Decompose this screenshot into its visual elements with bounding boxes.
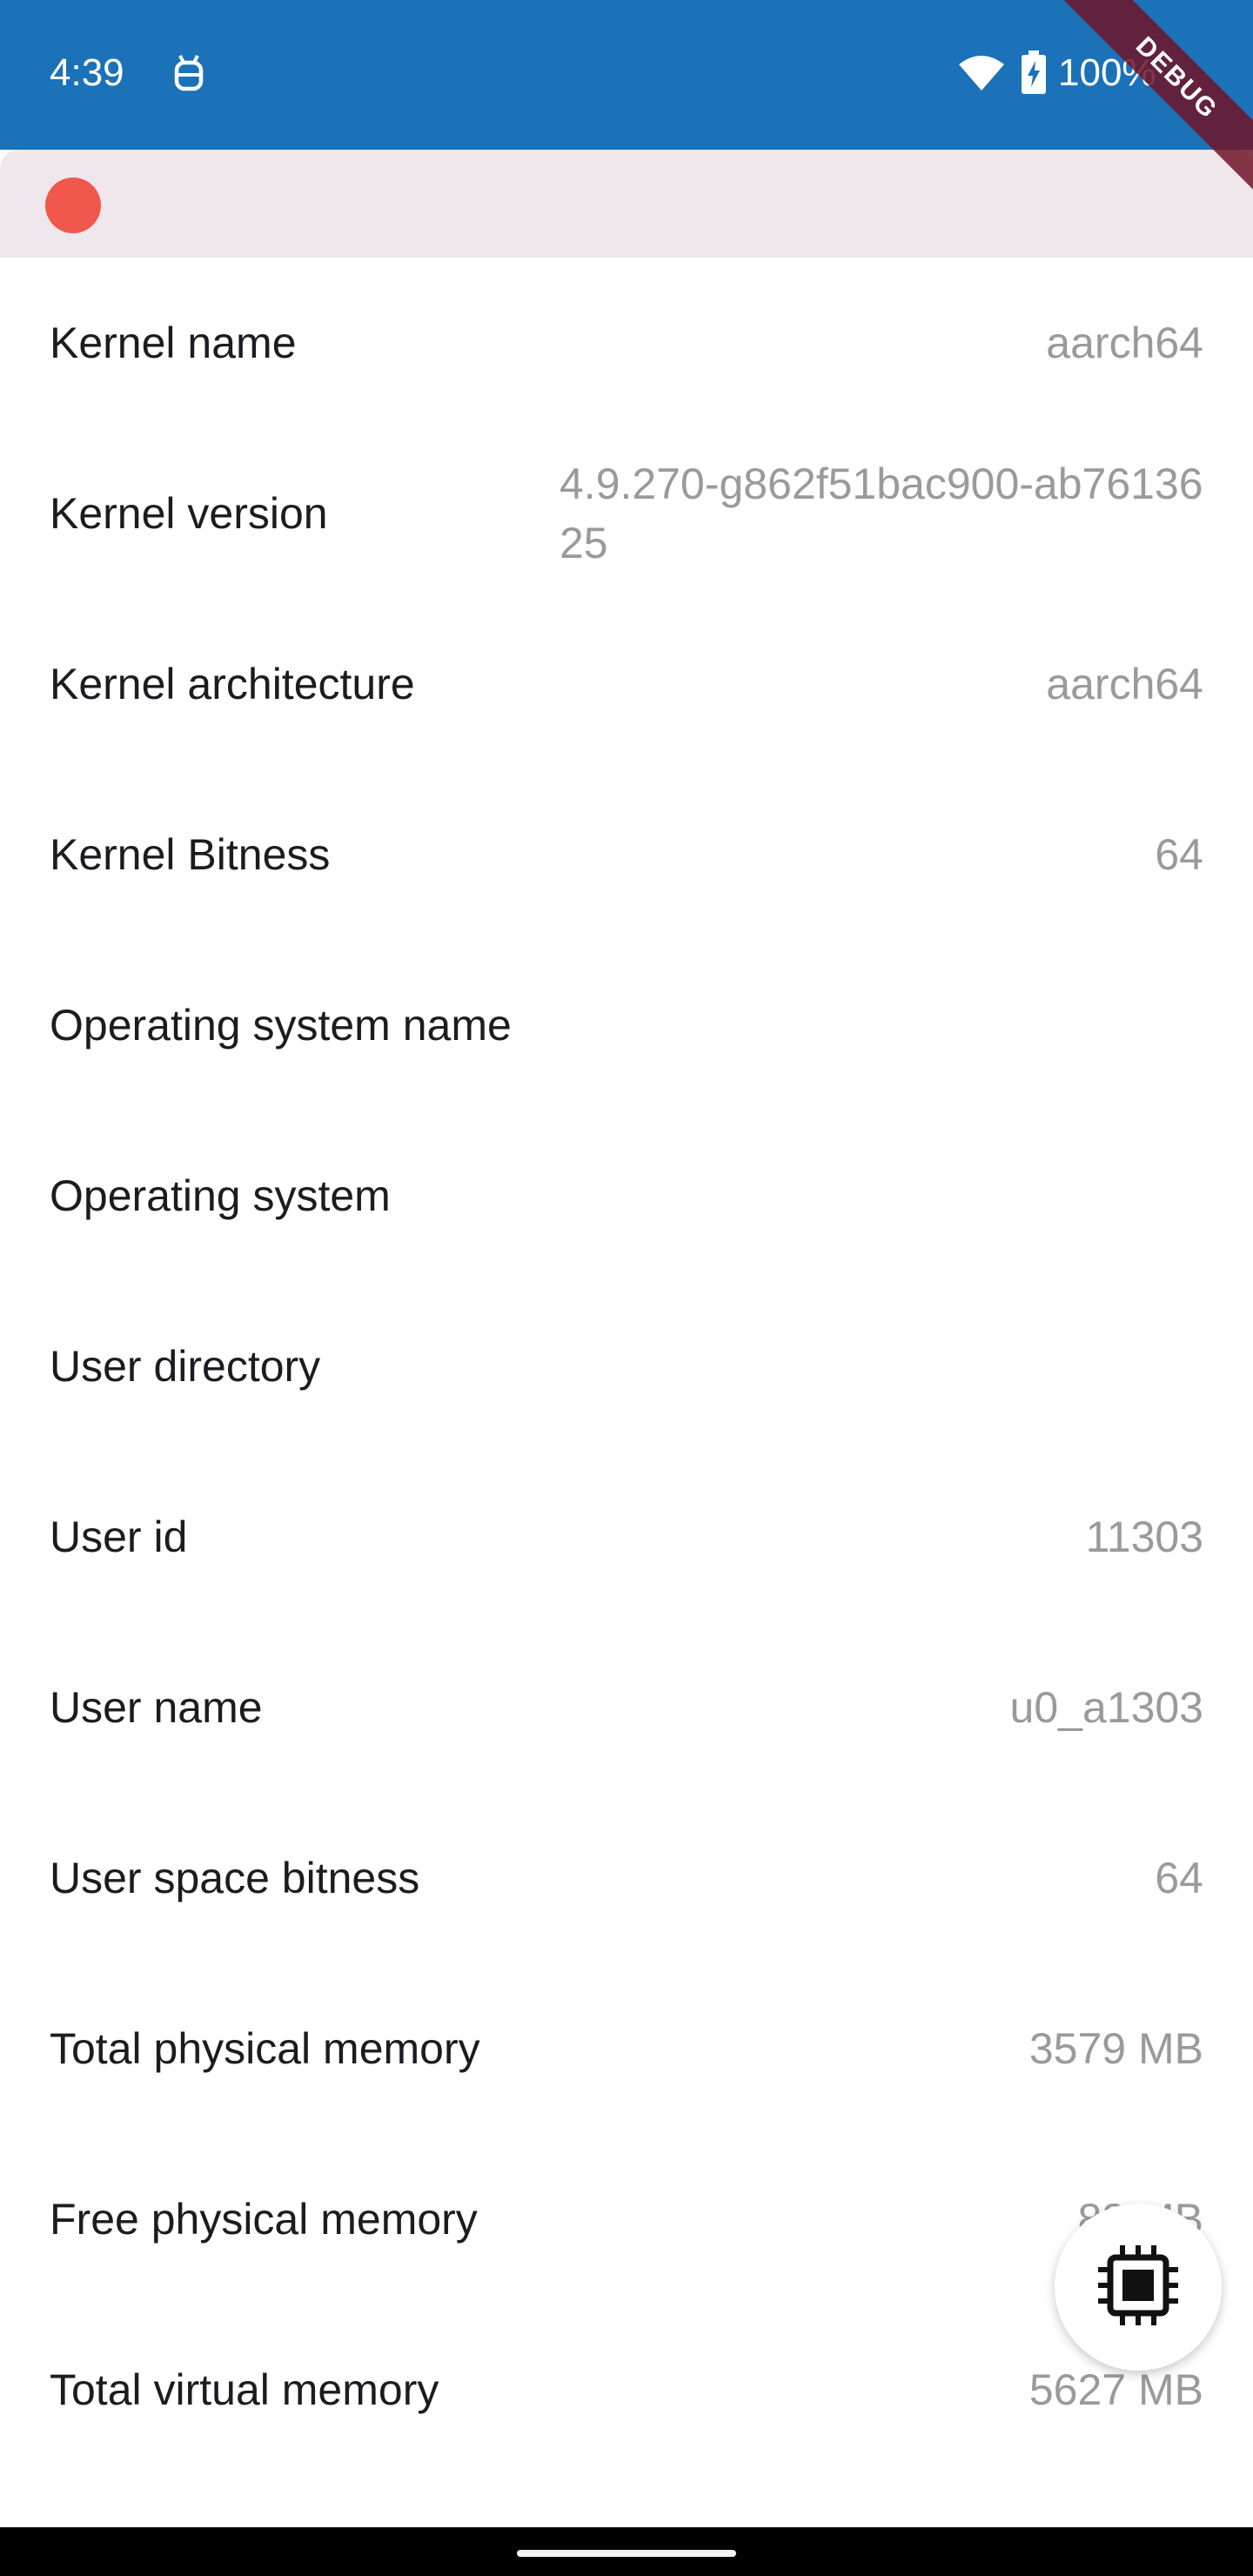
info-value: 64 [1155,1854,1203,1902]
info-row-operating-system: Operating system [0,1110,1253,1281]
info-value: aarch64 [1046,319,1203,367]
navigation-bar [0,2527,1253,2576]
info-value: 3579 MB [1029,2024,1203,2073]
top-app-bar [0,150,1253,258]
info-row-kernel-version: Kernel version 4.9.270-g862f51bac900-ab7… [0,428,1253,599]
info-value: aarch64 [1046,660,1203,708]
info-label: User id [50,1513,188,1561]
info-value: 64 [1155,830,1203,879]
system-info-list: Kernel name aarch64 Kernel version 4.9.2… [0,258,1253,2475]
info-label: Kernel Bitness [50,830,331,879]
battery-charging-icon [1022,50,1046,94]
status-bar: 4:39 100% [0,0,1253,150]
info-label: Kernel version [50,489,328,538]
memory-chip-icon [1095,2242,1182,2333]
info-row-kernel-name: Kernel name aarch64 [0,258,1253,428]
info-label: Total virtual memory [50,2365,439,2414]
info-label: Free physical memory [50,2195,478,2244]
info-row-total-physical-memory: Total physical memory 3579 MB [0,1963,1253,2134]
info-row-kernel-bitness: Kernel Bitness 64 [0,769,1253,940]
wifi-icon [957,54,1006,92]
info-label: User directory [50,1342,321,1391]
info-label: User space bitness [50,1854,420,1902]
home-indicator[interactable] [517,2550,736,2557]
info-row-user-directory: User directory [0,1281,1253,1452]
app-screen: 4:39 100% DEBUG Kernel name aarch64 Kern… [0,0,1253,2576]
info-row-user-id: User id 11303 [0,1452,1253,1622]
record-indicator [45,178,101,233]
info-value: u0_a1303 [1009,1683,1203,1732]
info-value: 11303 [1085,1513,1203,1561]
info-row-os-name: Operating system name [0,940,1253,1110]
info-label: Operating system name [50,1001,512,1050]
info-label: Operating system [50,1171,391,1220]
status-time: 4:39 [50,51,124,94]
info-label: Total physical memory [50,2024,480,2073]
info-row-kernel-architecture: Kernel architecture aarch64 [0,599,1253,769]
info-label: User name [50,1683,263,1732]
info-row-user-name: User name u0_a1303 [0,1622,1253,1793]
info-row-user-space-bitness: User space bitness 64 [0,1793,1253,1963]
info-row-total-virtual-memory: Total virtual memory 5627 MB [0,2304,1253,2475]
info-value: 5627 MB [1029,2365,1203,2414]
info-label: Kernel name [50,319,297,367]
cpu-info-fab[interactable] [1055,2204,1222,2371]
android-debug-icon [172,54,205,94]
info-value: 4.9.270-g862f51bac900-ab7613625 [559,460,1203,567]
info-label: Kernel architecture [50,660,415,708]
